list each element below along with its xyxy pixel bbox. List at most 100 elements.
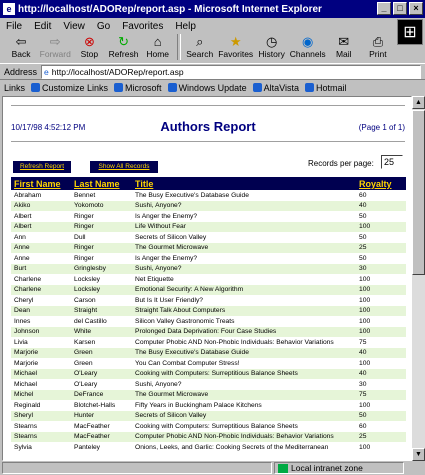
print-icon: ⎙ — [372, 34, 384, 49]
menu-favorites[interactable]: Favorites — [122, 21, 163, 32]
windows-logo-icon: ⊞ — [397, 19, 423, 45]
cell-last-name: Yokomoto — [71, 200, 132, 211]
cell-royalty: 100 — [359, 401, 371, 409]
cell-first-name: Sheryl — [11, 410, 71, 421]
address-input[interactable]: e http://localhost/ADORep/report.asp — [41, 64, 422, 79]
link-page-icon — [304, 83, 314, 92]
cell-first-name: Ann — [14, 233, 26, 241]
link-altavista[interactable]: AltaVista — [252, 83, 299, 93]
records-per-page-input[interactable]: 25 — [381, 155, 403, 169]
cell-title: Fifty Years in Buckingham Palace Kitchen… — [135, 401, 262, 409]
forward-label: Forward — [39, 49, 71, 59]
close-button[interactable]: × — [409, 2, 423, 15]
column-header-first-name[interactable]: First Name — [11, 177, 71, 190]
cell-title: Secrets of Silicon Valley — [135, 233, 207, 241]
address-label: Address — [4, 66, 38, 77]
cell-first-name: Cheryl — [14, 296, 34, 304]
table-row: Ann Dull Secrets of Silicon Valley 50 — [11, 232, 406, 243]
cell-royalty: 50 — [359, 212, 367, 220]
cell-last-name: Karsen — [74, 338, 96, 346]
vertical-scrollbar[interactable]: ▲ ▼ — [412, 96, 425, 461]
link-label: Microsoft — [125, 82, 162, 93]
column-header-title[interactable]: Title — [132, 177, 356, 190]
cell-title: The Busy Executive's Database Guide — [135, 191, 249, 199]
page-viewport: 10/17/98 4:52:12 PM Authors Report (Page… — [2, 96, 412, 461]
table-row: Charlene Locksley Emotional Security: A Ne… — [11, 284, 406, 295]
show-all-records-button[interactable]: Show All Records — [90, 161, 158, 173]
cell-first-name: Anne — [14, 254, 30, 262]
back-arrow-icon: ⇦ — [15, 34, 27, 49]
maximize-button[interactable]: □ — [393, 2, 407, 15]
cell-title: The Gourmet Microwave — [132, 242, 356, 253]
cell-royalty: 100 — [356, 305, 406, 316]
cell-first-name: Reginald — [14, 401, 41, 409]
cell-last-name: White — [71, 326, 132, 337]
menu-help[interactable]: Help — [175, 21, 196, 32]
link-hotmail[interactable]: Hotmail — [304, 82, 347, 93]
table-row: Livia Karsen Computer Phobic AND Non-Phobi… — [11, 337, 406, 348]
mail-button[interactable]: ✉ Mail — [327, 34, 361, 59]
cell-first-name: Charlene — [11, 284, 71, 295]
cell-royalty: 40 — [356, 347, 406, 358]
cell-last-name: Carson — [74, 296, 96, 304]
table-row: Akiko Yokomoto Sushi, Anyone? 40 — [11, 200, 406, 211]
menu-view[interactable]: View — [63, 21, 85, 32]
cell-royalty: 75 — [356, 389, 406, 400]
cell-title: Cooking with Computers: Surreptitious Ba… — [135, 422, 298, 430]
history-button[interactable]: ◷ History — [255, 34, 289, 59]
link-label: Hotmail — [315, 82, 347, 93]
refresh-report-button[interactable]: Refresh Report — [13, 161, 71, 173]
minimize-button[interactable]: _ — [377, 2, 391, 15]
cell-last-name: Ringer — [71, 221, 132, 232]
status-bar: Local intranet zone — [0, 461, 425, 475]
column-header-last-name[interactable]: Last Name — [71, 177, 132, 190]
cell-first-name: Albert — [11, 221, 71, 232]
menu-go[interactable]: Go — [97, 21, 110, 32]
cell-last-name: Dull — [74, 233, 86, 241]
cell-first-name: Innes — [14, 317, 31, 325]
menu-edit[interactable]: Edit — [34, 21, 51, 32]
cell-royalty: 100 — [359, 443, 371, 451]
cell-last-name: Ringer — [74, 254, 94, 262]
cell-first-name: Michael — [14, 380, 38, 388]
back-button[interactable]: ⇦ Back — [4, 34, 38, 59]
channels-button[interactable]: ◉ Channels — [289, 34, 327, 59]
zone-label: Local intranet zone — [291, 463, 363, 473]
home-button[interactable]: ⌂ Home — [141, 34, 175, 59]
address-bar: Address e http://localhost/ADORep/report… — [0, 63, 425, 79]
favorites-button[interactable]: ★ Favorites — [217, 34, 255, 59]
report-page-number: (Page 1 of 1) — [358, 123, 405, 132]
refresh-button[interactable]: ↻ Refresh — [106, 34, 140, 59]
cell-royalty: 40 — [356, 368, 406, 379]
scroll-up-icon[interactable]: ▲ — [412, 96, 425, 109]
scroll-down-icon[interactable]: ▼ — [412, 448, 425, 461]
column-header-royalty[interactable]: Royalty — [356, 177, 406, 190]
link-page-icon — [114, 83, 124, 92]
table-row: Cheryl Carson But Is It User Friendly? 100 — [11, 295, 406, 306]
cell-title: Computer Phobic AND Non-Phobic Individua… — [135, 338, 334, 346]
home-icon: ⌂ — [153, 34, 162, 49]
channels-label: Channels — [289, 49, 326, 59]
scroll-thumb[interactable] — [412, 110, 425, 275]
stop-button[interactable]: ⊗ Stop — [72, 34, 106, 59]
stop-label: Stop — [80, 49, 99, 59]
link-label: Windows Update — [178, 82, 247, 93]
print-button[interactable]: ⎙ Print — [361, 34, 395, 59]
forward-button[interactable]: ⇨ Forward — [38, 34, 72, 59]
link-windows-update[interactable]: Windows Update — [167, 82, 247, 93]
search-button[interactable]: ⌕ Search — [183, 34, 217, 59]
menu-file[interactable]: File — [6, 21, 22, 32]
cell-first-name: Charlene — [14, 275, 42, 283]
cell-first-name: Dean — [11, 305, 71, 316]
link-microsoft[interactable]: Microsoft — [114, 83, 162, 93]
cell-first-name: Stearns — [14, 422, 38, 430]
cell-title: Sushi, Anyone? — [135, 380, 182, 388]
forward-arrow-icon: ⇨ — [49, 34, 61, 49]
cell-title: The Gourmet Microwave — [132, 389, 356, 400]
link-customize-links[interactable]: Customize Links — [31, 83, 108, 93]
cell-royalty: 100 — [356, 326, 406, 337]
cell-royalty: 100 — [359, 296, 371, 304]
cell-first-name: Marjorie — [11, 347, 71, 358]
table-row: Anne Ringer Is Anger the Enemy? 50 — [11, 253, 406, 264]
channels-icon: ◉ — [302, 34, 314, 49]
